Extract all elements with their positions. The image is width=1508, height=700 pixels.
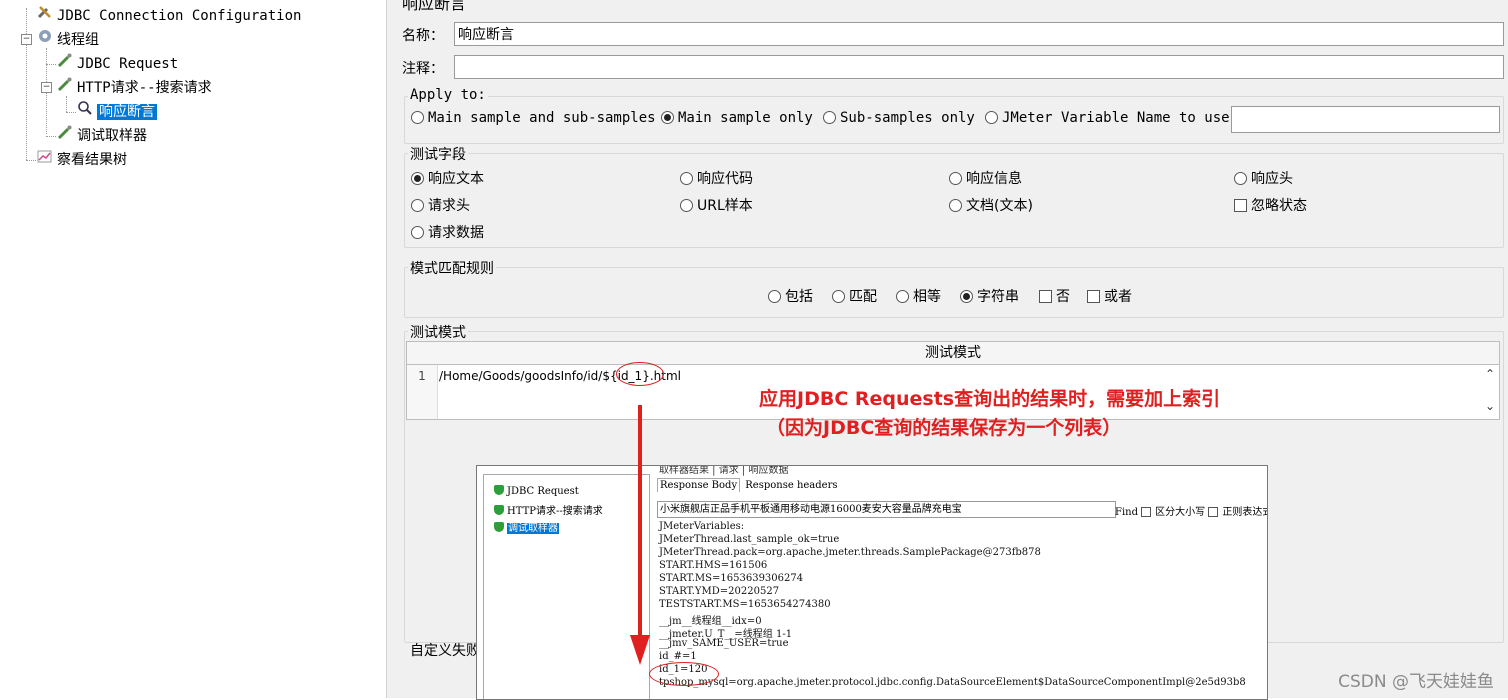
gear-icon: [36, 28, 54, 51]
inset-result-screenshot: JDBC Request HTTP请求--搜索请求 调试取样器 取样器结果 | …: [476, 465, 1268, 700]
inset-sub-tabs: Response Body Response headers: [657, 478, 840, 492]
collapse-toggle[interactable]: −: [21, 34, 32, 45]
collapse-toggle[interactable]: −: [41, 82, 52, 93]
comment-field[interactable]: [454, 55, 1504, 79]
tree-item-debug-sampler[interactable]: 调试取样器: [56, 124, 147, 146]
tree-item-view-results-tree[interactable]: 察看结果树: [36, 148, 127, 170]
response-line: TESTSTART.MS=1653654274380: [659, 599, 831, 610]
response-line: id_#=1: [659, 651, 697, 662]
response-line: JMeterThread.last_sample_ok=true: [659, 534, 840, 545]
tree-item-response-assertion[interactable]: 响应断言: [76, 100, 157, 122]
scroll-up-icon[interactable]: ⌃: [1485, 367, 1495, 381]
radio-response-text[interactable]: 响应文本: [411, 168, 484, 188]
jmeter-variable-input[interactable]: [1231, 106, 1500, 133]
test-field-title: 测试字段: [408, 144, 468, 164]
tree-item-jdbc-connection[interactable]: JDBC Connection Configuration: [36, 4, 301, 26]
scroll-down-icon[interactable]: ⌄: [1485, 399, 1495, 413]
apply-to-title: Apply to:: [408, 87, 488, 103]
watermark: CSDN @飞天娃娃鱼: [1338, 672, 1494, 692]
response-line: JMeterVariables:: [659, 521, 745, 532]
test-plan-tree: JDBC Connection Configuration − 线程组 JDBC…: [0, 0, 387, 698]
pipette-icon: [56, 52, 74, 75]
response-line: START.YMD=20220527: [659, 586, 780, 597]
name-label: 名称：: [402, 28, 444, 44]
radio-main-and-sub[interactable]: Main sample and sub-samples: [411, 110, 656, 126]
pipette-icon: [56, 124, 74, 147]
tree-item-http-request[interactable]: HTTP请求--搜索请求: [56, 76, 212, 98]
checkbox-not[interactable]: 否: [1039, 286, 1070, 306]
highlight-circle: [616, 362, 664, 386]
response-line: tpshop_mysql=org.apache.jmeter.protocol.…: [659, 677, 1246, 688]
radio-substring[interactable]: 字符串: [960, 286, 1019, 306]
radio-sub-only[interactable]: Sub-samples only: [823, 110, 975, 126]
radio-response-code[interactable]: 响应代码: [680, 168, 753, 188]
response-line: __jmv_SAME_USER=true: [659, 638, 789, 649]
radio-url-sample[interactable]: URL样本: [680, 195, 753, 215]
tree-item-jdbc-request[interactable]: JDBC Request: [56, 52, 178, 74]
annotation-arrow: [630, 405, 650, 665]
inset-find-controls: Find 区分大小写 正则表达式: [1115, 507, 1268, 518]
annotation-line-1: 应用JDBC Requests查询出的结果时，需要加上索引: [759, 388, 1221, 410]
response-line: START.MS=1653639306274: [659, 573, 804, 584]
inset-tree-item: HTTP请求--搜索请求: [494, 502, 603, 517]
page-title: 响应断言: [402, 0, 467, 13]
radio-response-message[interactable]: 响应信息: [949, 168, 1022, 188]
inset-tree-item: JDBC Request: [494, 485, 579, 497]
radio-contains[interactable]: 包括: [768, 286, 813, 306]
test-patterns-title: 测试模式: [408, 322, 468, 342]
radio-response-headers[interactable]: 响应头: [1234, 168, 1293, 188]
shield-icon: [494, 505, 504, 515]
inset-search-field: 小米旗舰店正品手机平板通用移动电源16000麦安大容量品牌充电宝: [657, 501, 1116, 518]
radio-request-headers[interactable]: 请求头: [411, 195, 470, 215]
response-line: START.HMS=161506: [659, 560, 768, 571]
shield-icon: [494, 485, 504, 495]
chart-icon: [36, 148, 54, 171]
radio-document-text[interactable]: 文档(文本): [949, 195, 1033, 215]
name-field[interactable]: 响应断言: [454, 22, 1504, 46]
radio-main-only[interactable]: Main sample only: [661, 110, 813, 126]
line-number: 1: [407, 365, 438, 419]
comment-label: 注释：: [402, 61, 444, 77]
radio-request-data[interactable]: 请求数据: [411, 222, 484, 242]
pipette-icon: [56, 76, 74, 99]
annotation-line-2: （因为JDBC查询的结果保存为一个列表）: [766, 417, 1122, 439]
shield-icon: [494, 522, 504, 532]
inset-top-tabs: 取样器结果 | 请求 | 响应数据: [659, 465, 789, 476]
magnifier-icon: [76, 100, 94, 123]
custom-failure-label: 自定义失败: [410, 643, 480, 659]
tree-item-thread-group[interactable]: 线程组: [36, 28, 99, 50]
wrench-icon: [36, 4, 54, 27]
checkbox-or[interactable]: 或者: [1087, 286, 1132, 306]
radio-equals[interactable]: 相等: [896, 286, 941, 306]
radio-matches[interactable]: 匹配: [832, 286, 877, 306]
inset-tree-item: 调试取样器: [494, 519, 559, 534]
patterns-column-header: 测试模式: [406, 341, 1500, 365]
checkbox-ignore-status[interactable]: 忽略状态: [1234, 195, 1307, 215]
pattern-rules-group: [404, 267, 1504, 318]
response-line: JMeterThread.pack=org.apache.jmeter.thre…: [659, 547, 1041, 558]
radio-jmeter-variable[interactable]: JMeter Variable Name to use: [985, 110, 1230, 126]
pattern-rules-title: 模式匹配规则: [408, 258, 496, 278]
